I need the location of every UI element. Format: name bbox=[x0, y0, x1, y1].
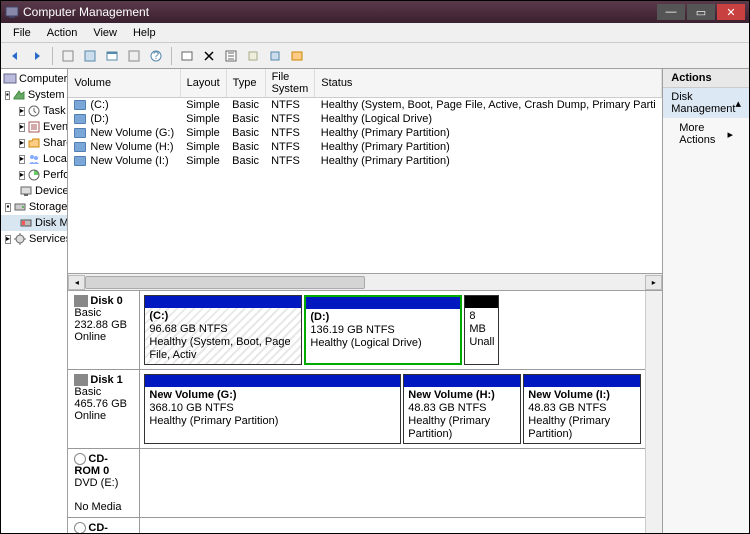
partition-i[interactable]: New Volume (I:)48.83 GB NTFSHealthy (Pri… bbox=[523, 374, 641, 444]
vertical-scrollbar[interactable] bbox=[645, 291, 662, 533]
scroll-thumb[interactable] bbox=[85, 276, 365, 289]
disk-info[interactable]: Disk 1 Basic 465.76 GB Online bbox=[68, 370, 140, 448]
disk-info[interactable]: CD-ROM 0 DVD (E:) No Media bbox=[68, 449, 140, 517]
cdrom-row: CD-ROM 0 DVD (E:) No Media bbox=[68, 449, 645, 518]
disk-icon bbox=[74, 295, 88, 307]
forward-button[interactable] bbox=[27, 46, 47, 66]
disk-info[interactable]: CD-ROM 1 DVD (F:) bbox=[68, 518, 140, 533]
tree-disk-management[interactable]: Disk Management bbox=[1, 215, 67, 231]
tree-services-apps[interactable]: ▸Services and Applications bbox=[1, 231, 67, 247]
toolbar-icon[interactable] bbox=[243, 46, 263, 66]
svg-text:?: ? bbox=[153, 50, 159, 62]
app-icon bbox=[5, 5, 19, 19]
disk-row: Disk 0 Basic 232.88 GB Online (C:)96.68 … bbox=[68, 291, 645, 370]
toolbar-icon[interactable] bbox=[58, 46, 78, 66]
col-volume[interactable]: Volume bbox=[68, 69, 180, 98]
col-layout[interactable]: Layout bbox=[180, 69, 226, 98]
tree-shared-folders[interactable]: ▸Shared Folders bbox=[1, 135, 67, 151]
volume-row[interactable]: New Volume (I:)SimpleBasicNTFSHealthy (P… bbox=[68, 154, 661, 168]
cdrom-icon bbox=[74, 453, 86, 465]
volume-row[interactable]: New Volume (G:)SimpleBasicNTFSHealthy (P… bbox=[68, 126, 661, 140]
partition-g[interactable]: New Volume (G:)368.10 GB NTFSHealthy (Pr… bbox=[144, 374, 401, 444]
tree-device-manager[interactable]: Device Manager bbox=[1, 183, 67, 199]
menu-help[interactable]: Help bbox=[125, 25, 164, 41]
volume-icon bbox=[74, 114, 86, 124]
help-icon[interactable]: ? bbox=[146, 46, 166, 66]
unallocated[interactable]: 8 MBUnall bbox=[464, 295, 499, 365]
disk-icon bbox=[74, 374, 88, 386]
cdrom-row: CD-ROM 1 DVD (F:) bbox=[68, 518, 645, 533]
toolbar: ? bbox=[1, 43, 749, 69]
col-status[interactable]: Status bbox=[315, 69, 662, 98]
volume-row[interactable]: New Volume (H:)SimpleBasicNTFSHealthy (P… bbox=[68, 140, 661, 154]
tree-performance[interactable]: ▸Performance bbox=[1, 167, 67, 183]
partition-c[interactable]: (C:)96.68 GB NTFSHealthy (System, Boot, … bbox=[144, 295, 302, 365]
volume-icon bbox=[74, 100, 86, 110]
more-actions-item[interactable]: More Actions▸ bbox=[663, 118, 749, 150]
tree-local-users[interactable]: ▸Local Users and Groups bbox=[1, 151, 67, 167]
properties-icon[interactable] bbox=[124, 46, 144, 66]
volume-icon bbox=[74, 156, 86, 166]
refresh-icon[interactable] bbox=[102, 46, 122, 66]
toolbar-icon[interactable] bbox=[265, 46, 285, 66]
col-type[interactable]: Type bbox=[226, 69, 265, 98]
volume-icon bbox=[74, 142, 86, 152]
menu-file[interactable]: File bbox=[5, 25, 39, 41]
tree-event-viewer[interactable]: ▸Event Viewer bbox=[1, 119, 67, 135]
actions-header: Actions bbox=[663, 69, 749, 88]
toolbar-icon[interactable] bbox=[80, 46, 100, 66]
toolbar-icon[interactable] bbox=[177, 46, 197, 66]
partition-d[interactable]: (D:)136.19 GB NTFSHealthy (Logical Drive… bbox=[304, 295, 462, 365]
chevron-right-icon: ▸ bbox=[727, 128, 733, 141]
titlebar: Computer Management — ▭ ✕ bbox=[1, 1, 749, 23]
volume-icon bbox=[74, 128, 86, 138]
tree-task-scheduler[interactable]: ▸Task Scheduler bbox=[1, 103, 67, 119]
menu-view[interactable]: View bbox=[85, 25, 125, 41]
disk-row: Disk 1 Basic 465.76 GB Online New Volume… bbox=[68, 370, 645, 449]
close-button[interactable]: ✕ bbox=[717, 4, 745, 20]
col-fs[interactable]: File System bbox=[265, 69, 315, 98]
tree-storage[interactable]: ▪Storage bbox=[1, 199, 67, 215]
menubar: File Action View Help bbox=[1, 23, 749, 43]
toolbar-icon[interactable] bbox=[221, 46, 241, 66]
volume-list: Volume Layout Type File System Status (C… bbox=[68, 69, 662, 274]
scroll-left-button[interactable]: ◂ bbox=[68, 275, 85, 290]
actions-subheader[interactable]: Disk Management▴ bbox=[663, 88, 749, 118]
minimize-button[interactable]: — bbox=[657, 4, 685, 20]
toolbar-x-icon[interactable] bbox=[199, 46, 219, 66]
actions-panel: Actions Disk Management▴ More Actions▸ bbox=[663, 69, 749, 533]
volume-row[interactable]: (C:)SimpleBasicNTFSHealthy (System, Boot… bbox=[68, 98, 661, 113]
horizontal-scrollbar[interactable]: ◂ ▸ bbox=[68, 274, 662, 291]
collapse-icon: ▴ bbox=[735, 97, 741, 110]
tree-root[interactable]: Computer Management (Local) bbox=[1, 71, 67, 87]
partition-h[interactable]: New Volume (H:)48.83 GB NTFSHealthy (Pri… bbox=[403, 374, 521, 444]
cdrom-icon bbox=[74, 522, 86, 533]
disk-info[interactable]: Disk 0 Basic 232.88 GB Online bbox=[68, 291, 140, 369]
disk-layout-panel: Disk 0 Basic 232.88 GB Online (C:)96.68 … bbox=[68, 291, 645, 533]
back-button[interactable] bbox=[5, 46, 25, 66]
toolbar-icon[interactable] bbox=[287, 46, 307, 66]
scroll-right-button[interactable]: ▸ bbox=[645, 275, 662, 290]
navigation-tree: Computer Management (Local) ▪System Tool… bbox=[1, 69, 68, 533]
maximize-button[interactable]: ▭ bbox=[687, 4, 715, 20]
menu-action[interactable]: Action bbox=[39, 25, 86, 41]
tree-system-tools[interactable]: ▪System Tools bbox=[1, 87, 67, 103]
volume-row[interactable]: (D:)SimpleBasicNTFSHealthy (Logical Driv… bbox=[68, 112, 661, 126]
window-title: Computer Management bbox=[23, 5, 655, 19]
